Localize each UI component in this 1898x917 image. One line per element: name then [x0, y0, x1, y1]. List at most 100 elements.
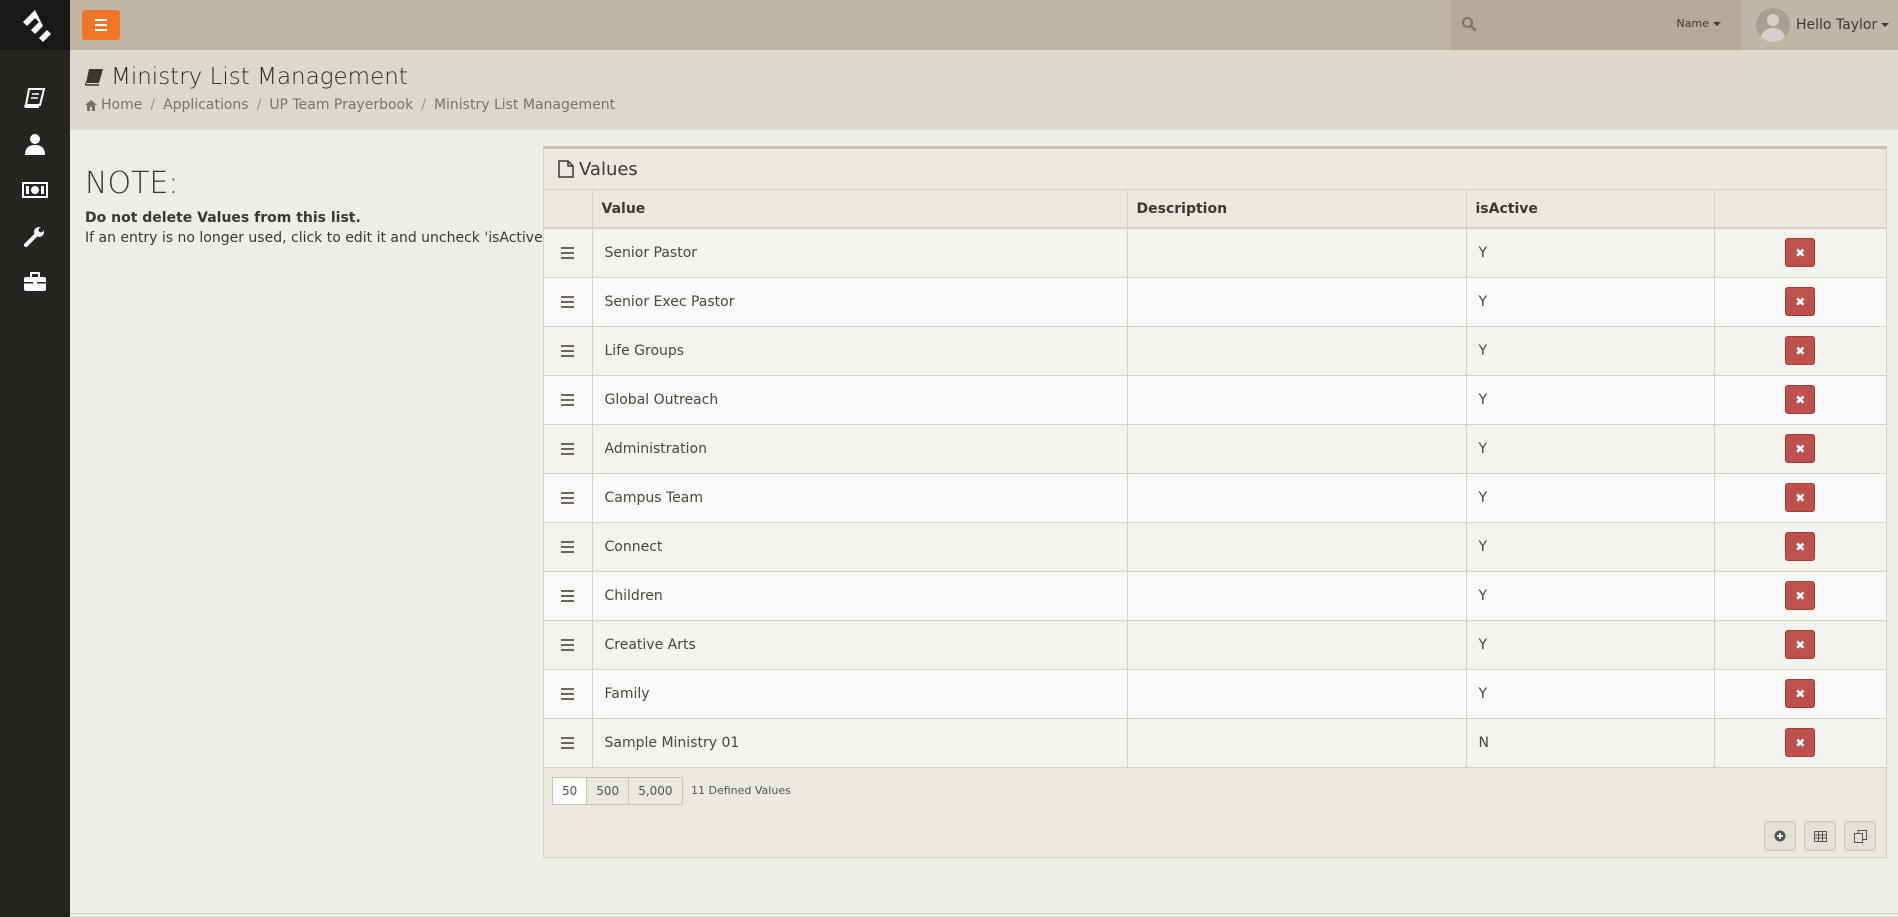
cell-delete: ✖ — [1714, 669, 1886, 719]
column-header-description[interactable]: Description — [1127, 191, 1467, 229]
delete-button[interactable]: ✖ — [1785, 679, 1816, 708]
add-button[interactable] — [1764, 821, 1796, 851]
export-excel-button[interactable] — [1804, 821, 1836, 851]
user-icon[interactable] — [21, 130, 49, 158]
table-row[interactable]: Life Groups Y ✖ — [544, 326, 1886, 376]
values-panel: Values Value Description isActive Senior… — [543, 146, 1887, 858]
sidebar — [0, 0, 70, 917]
search-icon — [1462, 17, 1477, 32]
merge-template-button[interactable] — [1844, 821, 1876, 851]
reorder-icon — [561, 344, 575, 357]
reorder-icon — [561, 589, 575, 602]
cell-delete: ✖ — [1714, 718, 1886, 768]
cell-delete: ✖ — [1714, 326, 1886, 376]
table-row[interactable]: Family Y ✖ — [544, 669, 1886, 719]
table-row[interactable]: Campus Team Y ✖ — [544, 473, 1886, 523]
page-size-50[interactable]: 50 — [552, 777, 588, 805]
reorder-handle[interactable] — [544, 424, 593, 474]
cell-description — [1127, 277, 1467, 327]
delete-button[interactable]: ✖ — [1785, 728, 1816, 757]
cell-isactive: Y — [1466, 522, 1715, 572]
column-header-value[interactable]: Value — [592, 191, 1128, 229]
user-menu[interactable]: Hello Taylor — [1756, 0, 1898, 50]
delete-button[interactable]: ✖ — [1785, 434, 1816, 463]
reorder-handle[interactable] — [544, 277, 593, 327]
column-header-isactive[interactable]: isActive — [1466, 191, 1715, 229]
table-row[interactable]: Administration Y ✖ — [544, 424, 1886, 474]
cell-description — [1127, 424, 1467, 474]
chevron-down-icon — [1713, 22, 1721, 26]
cell-description — [1127, 228, 1467, 278]
breadcrumb-prayerbook[interactable]: UP Team Prayerbook — [269, 97, 413, 113]
table-row[interactable]: Children Y ✖ — [544, 571, 1886, 621]
cell-isactive: Y — [1466, 669, 1715, 719]
breadcrumb-applications[interactable]: Applications — [163, 97, 249, 113]
delete-button[interactable]: ✖ — [1785, 287, 1816, 316]
copy-icon — [1853, 829, 1867, 843]
column-header-reorder — [544, 191, 593, 229]
table-row[interactable]: Connect Y ✖ — [544, 522, 1886, 572]
topbar: Name Hello Taylor — [70, 0, 1898, 50]
reorder-handle[interactable] — [544, 228, 593, 278]
delete-button[interactable]: ✖ — [1785, 581, 1816, 610]
cell-isactive: Y — [1466, 375, 1715, 425]
cell-isactive: N — [1466, 718, 1715, 768]
page-size-5000[interactable]: 5,000 — [628, 777, 683, 805]
cell-delete: ✖ — [1714, 375, 1886, 425]
hamburger-menu-button[interactable] — [82, 10, 120, 40]
reorder-handle[interactable] — [544, 326, 593, 376]
delete-button[interactable]: ✖ — [1785, 238, 1816, 268]
column-header-delete — [1714, 191, 1886, 229]
delete-button[interactable]: ✖ — [1785, 483, 1816, 512]
search-filter-dropdown[interactable]: Name — [1677, 17, 1721, 30]
book-icon[interactable] — [21, 84, 49, 112]
cell-value: Children — [592, 571, 1128, 621]
table-row[interactable]: Senior Pastor Y ✖ — [544, 228, 1886, 278]
search-area: Name — [1451, 0, 1741, 50]
delete-button[interactable]: ✖ — [1785, 336, 1816, 365]
chevron-down-icon — [1881, 23, 1890, 27]
cell-isactive: Y — [1466, 326, 1715, 376]
reorder-handle[interactable] — [544, 718, 593, 768]
cell-description — [1127, 718, 1467, 768]
reorder-handle[interactable] — [544, 473, 593, 523]
rock-logo-icon[interactable] — [0, 0, 70, 50]
cell-value: Sample Ministry 01 — [592, 718, 1128, 768]
table-row[interactable]: Creative Arts Y ✖ — [544, 620, 1886, 670]
reorder-icon — [561, 638, 575, 651]
page-header: Ministry List Management Home / Applicati… — [70, 50, 1898, 130]
reorder-handle[interactable] — [544, 669, 593, 719]
reorder-handle[interactable] — [544, 571, 593, 621]
note-title: NOTE: — [85, 166, 179, 201]
delete-button[interactable]: ✖ — [1785, 532, 1816, 561]
reorder-icon — [561, 687, 575, 700]
cell-value: Senior Exec Pastor — [592, 277, 1128, 327]
table-row[interactable]: Senior Exec Pastor Y ✖ — [544, 277, 1886, 327]
wrench-icon[interactable] — [21, 222, 49, 250]
breadcrumb: Home / Applications / UP Team Prayerbook / … — [85, 97, 615, 113]
page-title-text: Ministry List Management — [111, 64, 408, 90]
panel-title: Values — [579, 158, 638, 180]
cell-delete: ✖ — [1714, 424, 1886, 474]
values-table: Value Description isActive Senior Pastor… — [544, 191, 1886, 768]
money-icon[interactable] — [21, 176, 49, 204]
cell-description — [1127, 571, 1467, 621]
search-input[interactable] — [1485, 10, 1655, 40]
page-size-500[interactable]: 500 — [586, 777, 630, 805]
reorder-handle[interactable] — [544, 522, 593, 572]
delete-button[interactable]: ✖ — [1785, 385, 1816, 414]
cell-value: Creative Arts — [592, 620, 1128, 670]
delete-button[interactable]: ✖ — [1785, 630, 1816, 659]
cell-isactive: Y — [1466, 620, 1715, 670]
reorder-handle[interactable] — [544, 620, 593, 670]
book-icon — [85, 69, 103, 86]
reorder-handle[interactable] — [544, 375, 593, 425]
reorder-icon — [561, 736, 575, 749]
file-icon — [558, 160, 574, 178]
cell-value: Campus Team — [592, 473, 1128, 523]
briefcase-icon[interactable] — [21, 268, 49, 296]
table-row[interactable]: Sample Ministry 01 N ✖ — [544, 718, 1886, 768]
cell-delete: ✖ — [1714, 473, 1886, 523]
table-row[interactable]: Global Outreach Y ✖ — [544, 375, 1886, 425]
breadcrumb-home[interactable]: Home — [101, 97, 142, 113]
